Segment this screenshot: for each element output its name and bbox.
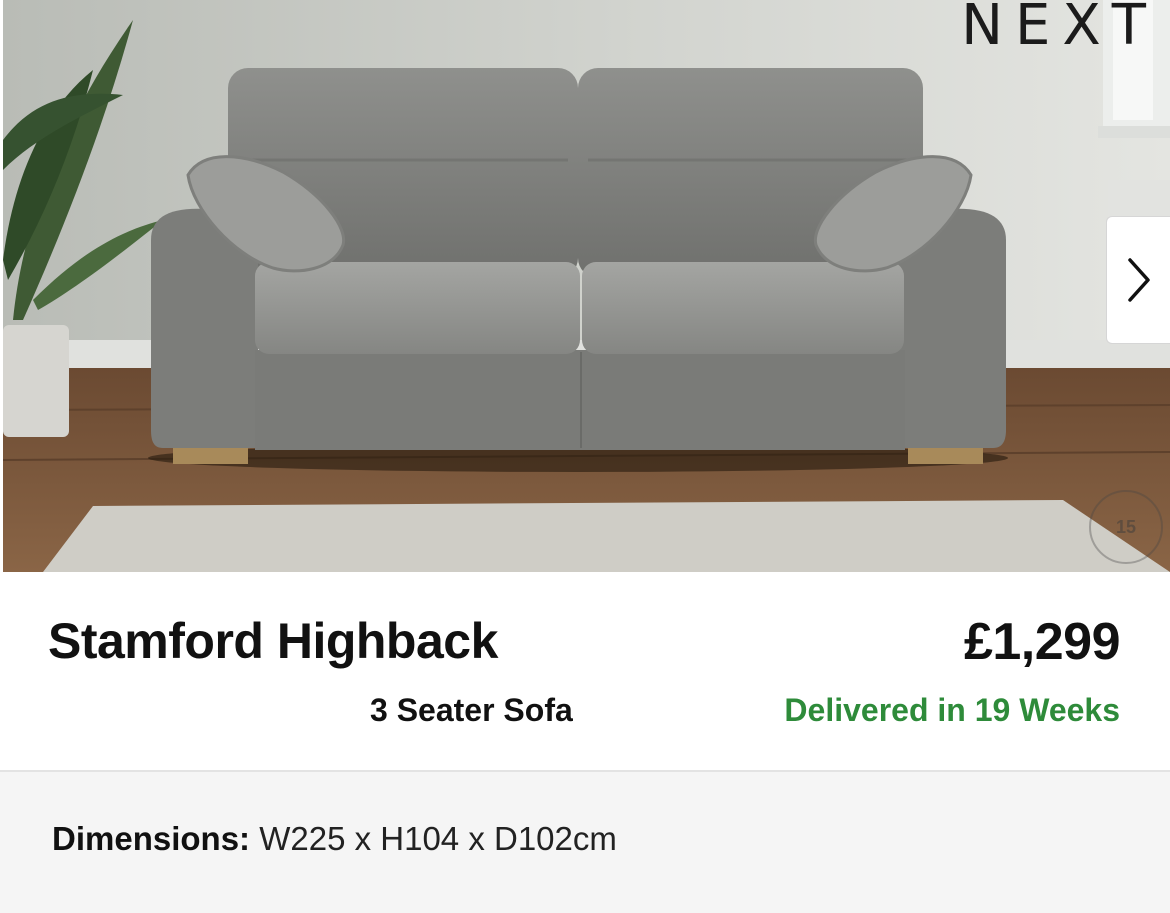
product-type: 3 Seater Sofa (370, 692, 573, 728)
warranty-badge: 15 (1089, 490, 1163, 564)
dimensions-label: Dimensions: (52, 820, 251, 857)
product-name: Stamford Highback (48, 613, 498, 669)
product-price: £1,299 (963, 613, 1121, 671)
sofa-photo (3, 0, 1170, 572)
details-panel: Dimensions: W225 x H104 x D102cm (0, 770, 1170, 913)
dimensions-value: W225 x H104 x D102cm (259, 820, 617, 857)
next-image-button[interactable] (1106, 216, 1170, 344)
product-image[interactable]: NEXT 15 (3, 0, 1170, 572)
brand-logo: NEXT (961, 0, 1158, 58)
delivery-estimate: Delivered in 19 Weeks (784, 692, 1120, 728)
dimensions-row: Dimensions: W225 x H104 x D102cm (52, 820, 617, 858)
chevron-right-icon (1127, 258, 1150, 302)
